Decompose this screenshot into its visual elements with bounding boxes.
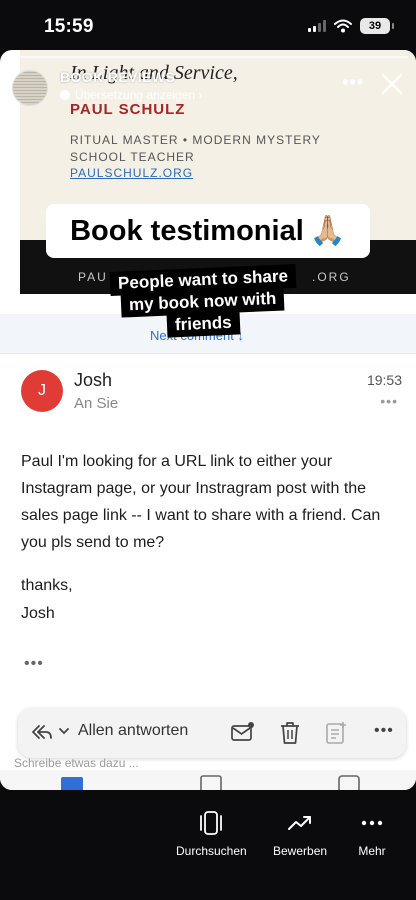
wifi-icon (334, 19, 352, 33)
nav-browse[interactable]: Durchsuchen (176, 810, 247, 858)
promo-url-link[interactable]: PAULSCHULZ.ORG (70, 166, 193, 180)
translate-icon (60, 90, 70, 100)
more-dots-icon (361, 820, 383, 826)
signoff-line: thanks, (21, 577, 73, 594)
battery-icon: 39 (360, 18, 394, 34)
show-quoted-button[interactable]: ••• (24, 655, 44, 673)
apps-icon (338, 775, 360, 790)
close-icon[interactable] (380, 72, 404, 96)
email-time: 19:53 (366, 372, 402, 388)
email-signoff: thanks, Josh (21, 572, 73, 628)
toolbar-more-button[interactable]: ••• (374, 722, 394, 740)
signal-icon (308, 20, 326, 32)
status-time: 15:59 (44, 16, 94, 37)
nav-more-label: Mehr (358, 844, 386, 858)
bottom-nav: Durchsuchen Bewerben Mehr (0, 800, 416, 900)
reply-all-button[interactable]: Allen antworten (78, 722, 188, 740)
story-title[interactable]: BOOK REVIEWS (60, 69, 175, 85)
story-avatar[interactable] (12, 70, 48, 106)
phone-frame-icon (200, 811, 223, 835)
trash-icon[interactable] (278, 720, 302, 746)
nav-promote-label: Bewerben (273, 844, 328, 858)
sender-name: Josh (74, 370, 113, 390)
email-body: Paul I'm looking for a URL link to eithe… (21, 453, 381, 551)
mail-unread-icon[interactable] (230, 720, 256, 746)
signoff-name: Josh (21, 605, 55, 622)
testimonial-text: Book testimonial (70, 214, 304, 247)
story-header: BOOK REVIEWS Übersetzung anzeigen › ••• (0, 64, 416, 106)
status-bar: 15:59 39 (0, 0, 416, 50)
chevron-down-icon[interactable] (58, 726, 70, 736)
story-caption: People want to share my book now with fr… (96, 263, 310, 338)
nav-promote[interactable]: Bewerben (273, 810, 327, 858)
caption-line: friends (166, 310, 240, 338)
praying-hands-icon: 🙏🏼 (309, 215, 346, 247)
story-progress-bar (8, 56, 408, 58)
email-message: J Josh An Sie 19:53 ••• Paul I'm looking… (0, 355, 416, 685)
recipient-label: An Sie (74, 395, 119, 412)
story-more-button[interactable]: ••• (342, 72, 364, 93)
nav-more[interactable]: Mehr (358, 810, 386, 858)
reply-toolbar: Allen antworten ••• (18, 708, 406, 758)
sender-avatar[interactable]: J (21, 370, 63, 412)
mail-tabbar-peek (0, 770, 416, 790)
status-icons: 39 (308, 18, 394, 34)
promo-role: RITUAL MASTER • MODERN MYSTERY SCHOOL TE… (70, 133, 321, 164)
story-reply-input[interactable]: Schreibe etwas dazu ... (14, 756, 139, 770)
reply-all-icon[interactable] (30, 720, 54, 744)
translate-link[interactable]: Übersetzung anzeigen › (60, 88, 202, 102)
message-more-button[interactable]: ••• (380, 393, 398, 409)
translate-label: Übersetzung anzeigen › (75, 88, 203, 102)
testimonial-sticker: Book testimonial 🙏🏼 (46, 204, 370, 258)
promo-footer-right: .ORG (312, 270, 351, 284)
trending-up-icon (288, 816, 312, 830)
mail-icon (61, 777, 83, 790)
story-viewer[interactable]: In Light and Service, PAUL SCHULZ RITUAL… (0, 50, 416, 790)
add-note-icon[interactable] (324, 720, 348, 746)
nav-browse-label: Durchsuchen (176, 844, 247, 858)
calendar-icon (200, 775, 222, 790)
